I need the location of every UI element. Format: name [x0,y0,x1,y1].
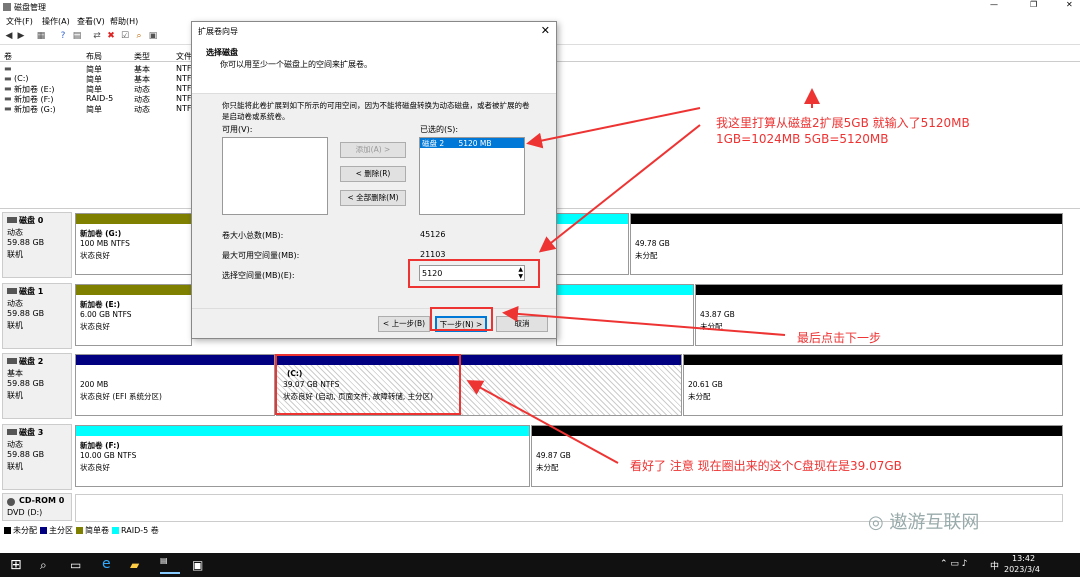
annotation-arrows [466,88,820,464]
wechat-icon: ◎ [868,512,890,533]
server-manager-icon[interactable]: ▤ [160,556,180,574]
ie-icon[interactable]: e [102,556,111,572]
ime-indicator[interactable]: 中 [990,559,999,572]
start-icon[interactable]: ⊞ [10,557,22,573]
taskbar: ⊞ ⌕ ▭ e ▰ ▤ ▣ ⌃ ▭ ♪ 中 13:42 2023/3/4 [0,553,1080,577]
annotation-1: 我这里打算从磁盘2扩展5GB 就输入了5120MB [716,116,970,130]
clock-date[interactable]: 2023/3/4 [1004,565,1040,574]
clock-time[interactable]: 13:42 [1012,554,1035,563]
annotation-2: 1GB=1024MB 5GB=5120MB [716,132,889,146]
explorer-icon[interactable]: ▰ [130,558,139,572]
disk-mgmt-icon[interactable]: ▣ [192,558,203,572]
watermark: ◎ 遨游互联网 [868,512,980,533]
annotation-4: 看好了 注意 现在圈出来的这个C盘现在是39.07GB [630,459,902,473]
search-icon[interactable]: ⌕ [40,558,47,573]
annotation-3: 最后点击下一步 [797,331,882,345]
task-view-icon[interactable]: ▭ [70,558,81,572]
tray-icons[interactable]: ⌃ ▭ ♪ [940,559,968,569]
